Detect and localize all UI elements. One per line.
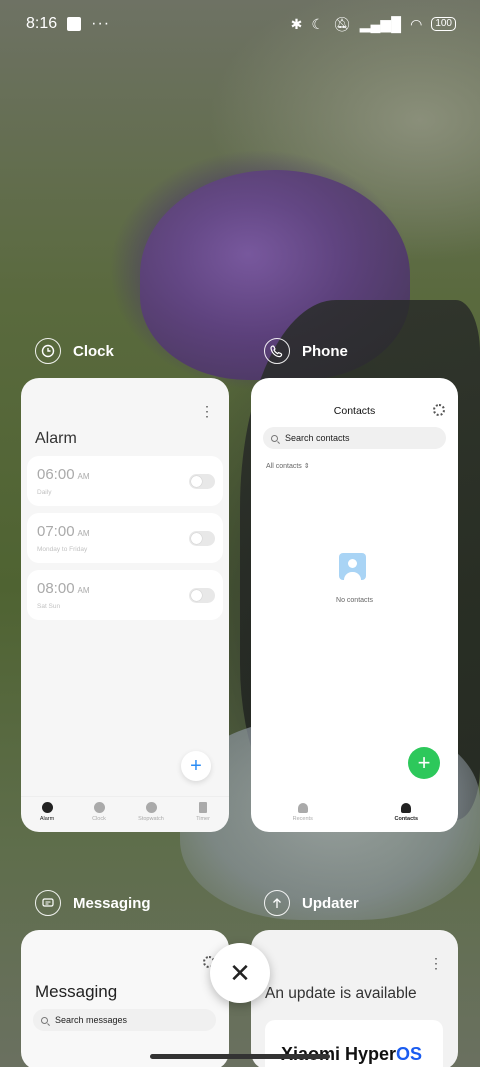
wifi-icon: ◠ [410,15,423,32]
app-label-text: Updater [302,894,359,912]
app-label-text: Clock [73,342,114,360]
add-contact-button[interactable]: + [408,747,440,779]
bluetooth-icon: ✱ [290,15,303,32]
tab-alarm[interactable]: Alarm [22,797,72,832]
messaging-title: Messaging [35,982,118,1001]
app-label-clock[interactable]: Clock [35,338,114,364]
alarm-item[interactable]: 06:00 AM Daily [27,456,223,506]
alarm-ampm: AM [77,529,90,538]
status-bar: 8:16 ··· ✱ ☾ 🔕︎ ▂▄▆█ ◠ 100 [0,0,480,48]
updater-app-icon [264,890,290,916]
alarm-time: 08:00 [37,580,75,597]
recent-app-card-phone[interactable]: Contacts Search contacts All contacts ⇕ … [251,378,458,832]
dnd-moon-icon: ☾ [311,15,324,32]
tab-contacts[interactable]: Contacts [366,798,446,832]
alarm-toggle[interactable] [189,588,215,603]
alarm-repeat: Monday to Friday [37,546,88,553]
brand-os-text: OS [396,1044,423,1064]
clock-tab-bar: Alarm Clock Stopwatch Timer [21,796,229,832]
notification-icon [67,17,82,31]
search-placeholder: Search contacts [285,433,350,443]
contacts-title: Contacts [333,405,376,417]
phone-icon [297,803,308,813]
empty-contact-icon [339,553,366,580]
tab-stopwatch[interactable]: Stopwatch [126,797,176,832]
alarm-time: 06:00 [37,466,75,483]
clear-all-button[interactable]: ✕ [210,943,270,1003]
update-banner[interactable]: Xiaomi HyperOS [265,1020,443,1067]
filter-caret-icon: ⇕ [303,463,310,470]
search-contacts-input[interactable]: Search contacts [263,427,446,449]
update-title: An update is available [265,985,417,1002]
status-time: 8:16 [26,15,58,32]
more-notifications-icon: ··· [91,15,111,32]
alarm-title: Alarm [35,430,77,447]
search-icon [271,434,278,442]
tab-timer[interactable]: Timer [178,797,228,832]
phone-app-icon [264,338,290,364]
recent-app-card-updater[interactable]: ⋮ An update is available Xiaomi HyperOS [251,930,458,1067]
recent-app-card-messaging[interactable]: Messaging Search messages [21,930,229,1067]
hourglass-icon [199,802,207,813]
contacts-filter[interactable]: All contacts ⇕ [266,462,310,470]
close-icon: ✕ [229,957,251,988]
tab-label: Clock [92,816,106,822]
alarm-time: 07:00 [37,523,75,540]
alarm-repeat: Daily [37,489,52,496]
tab-label: Contacts [394,816,419,822]
alarm-repeat: Sat Sun [37,603,61,610]
alarm-toggle[interactable] [189,531,215,546]
alarm-item[interactable]: 07:00 AM Monday to Friday [27,513,223,563]
phone-tab-bar: Recents Contacts [251,798,458,832]
clock-app-icon [35,338,61,364]
more-menu-icon[interactable]: ⋮ [429,956,443,970]
tab-label: Alarm [39,816,55,822]
mute-bell-icon: 🔕︎ [332,15,351,32]
messaging-app-icon [35,890,61,916]
tab-clock[interactable]: Clock [74,797,124,832]
add-alarm-button[interactable]: + [181,751,211,781]
home-indicator[interactable] [150,1054,330,1059]
search-messages-input[interactable]: Search messages [33,1009,216,1031]
alarm-clock-icon [41,802,53,813]
search-icon [41,1016,48,1024]
alarm-ampm: AM [77,586,90,595]
tab-label: Recents [292,816,313,822]
app-label-phone[interactable]: Phone [264,338,348,364]
app-label-updater[interactable]: Updater [264,890,359,916]
filter-label: All contacts [266,463,302,470]
alarm-toggle[interactable] [189,474,215,489]
signal-icon: ▂▄▆█ [359,15,402,32]
clock-icon [93,802,105,813]
gear-icon[interactable] [433,404,445,416]
tab-label: Timer [196,816,210,822]
alarm-ampm: AM [77,472,90,481]
tab-recents[interactable]: Recents [263,798,343,832]
recent-app-card-clock[interactable]: ⋮ Alarm 06:00 AM Daily 07:00 AM Monday to … [21,378,229,832]
app-label-text: Messaging [73,894,151,912]
search-placeholder: Search messages [55,1015,128,1025]
stopwatch-icon [145,802,157,813]
empty-state-text: No contacts [336,597,373,604]
more-menu-icon[interactable]: ⋮ [200,404,214,418]
app-label-text: Phone [302,342,348,360]
person-icon [401,803,412,813]
app-label-messaging[interactable]: Messaging [35,890,151,916]
alarm-item[interactable]: 08:00 AM Sat Sun [27,570,223,620]
tab-label: Stopwatch [138,816,164,822]
battery-icon: 100 [431,17,456,31]
